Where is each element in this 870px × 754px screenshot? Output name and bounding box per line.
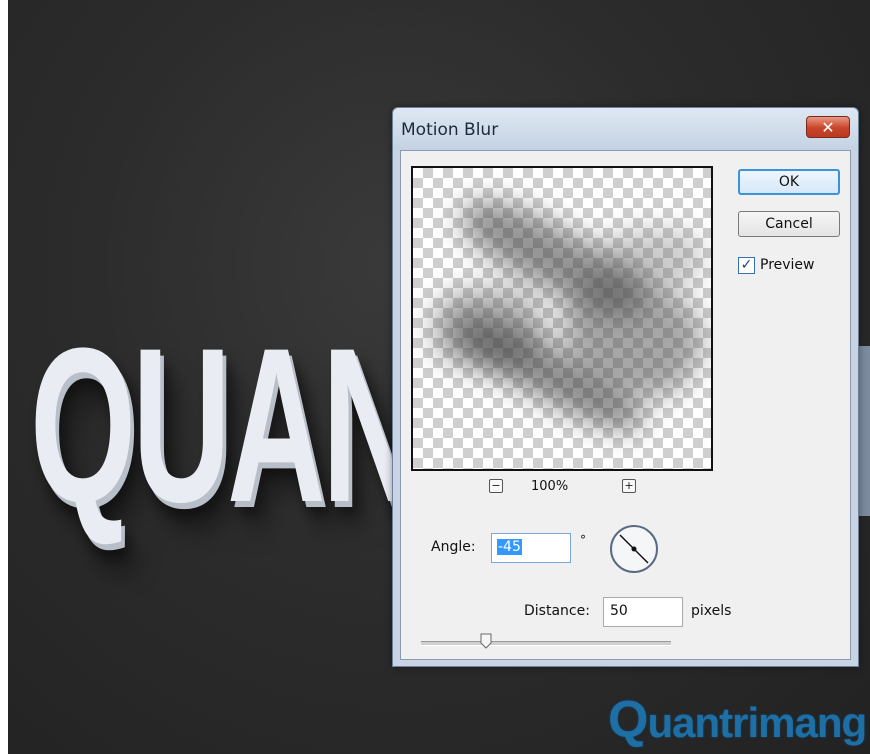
close-icon: ✕ [821, 118, 835, 137]
zoom-level: 100% [531, 479, 569, 494]
dialog-titlebar[interactable]: Motion Blur ✕ [393, 108, 858, 150]
watermark-logo: Quantrimang [608, 690, 867, 750]
angle-dial-icon[interactable] [610, 525, 658, 573]
distance-input[interactable]: 50 [603, 597, 683, 627]
dialog-client: − 100% + OK Cancel ✓ Preview Angle: -45 … [400, 150, 851, 660]
angle-label: Angle: [431, 539, 476, 555]
zoom-out-button[interactable]: − [489, 479, 503, 493]
distance-unit-label: pixels [691, 603, 732, 619]
cancel-button[interactable]: Cancel [738, 211, 840, 237]
watermark-text: uantrimang [647, 699, 867, 746]
angle-value: -45 [497, 539, 522, 555]
checkmark-icon: ✓ [740, 257, 753, 273]
motion-blur-dialog: Motion Blur ✕ − 100% + OK Cancel ✓ Previ… [392, 107, 859, 667]
distance-slider-track[interactable] [421, 641, 671, 646]
angle-dial-needle [619, 534, 649, 564]
degree-symbol: ° [580, 533, 586, 547]
preview-label: Preview [760, 257, 815, 273]
preview-blur-streak [603, 228, 703, 288]
distance-label: Distance: [524, 603, 590, 619]
preview-checkbox[interactable]: ✓ [738, 257, 755, 274]
dialog-title: Motion Blur [401, 120, 499, 140]
ok-button[interactable]: OK [738, 169, 840, 195]
canvas-headline-text: QUAN [30, 302, 420, 548]
angle-input[interactable]: -45 [491, 533, 571, 563]
slider-thumb-icon[interactable] [480, 633, 492, 649]
close-button[interactable]: ✕ [806, 116, 850, 138]
canvas-letter-edge [858, 346, 870, 516]
blur-preview-pane[interactable] [411, 166, 713, 471]
zoom-in-button[interactable]: + [622, 479, 636, 493]
watermark-q: Q [608, 691, 648, 749]
